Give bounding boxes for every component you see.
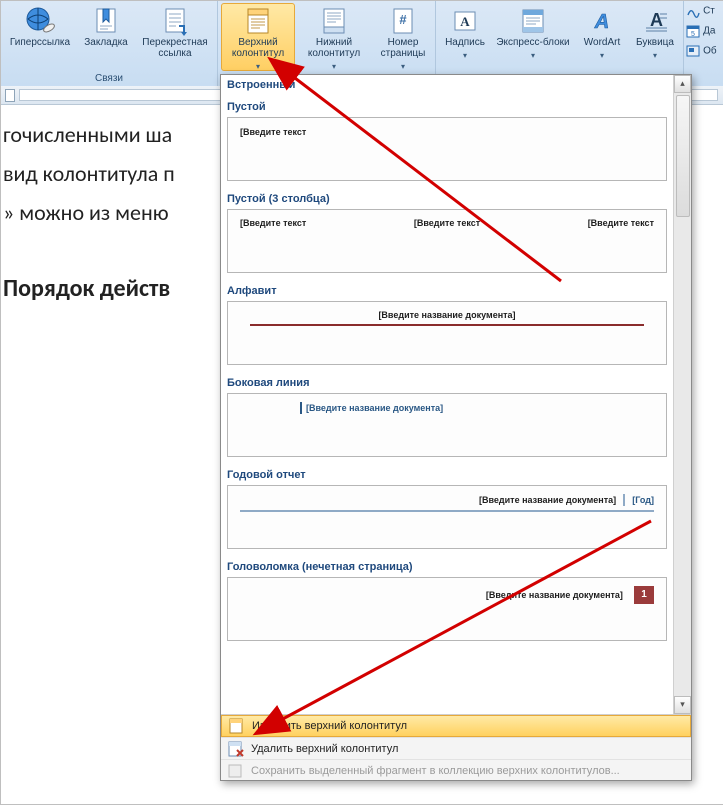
placeholder-text: [Введите текст [588, 218, 654, 228]
gallery-item-title: Пустой (3 столбца) [221, 185, 673, 207]
page-number-icon: # [390, 6, 416, 36]
quickparts-button[interactable]: Экспресс-блоки ▾ [491, 3, 575, 71]
gallery-item-puzzle[interactable]: [Введите название документа] 1 [227, 577, 667, 641]
scroll-down-button[interactable]: ▾ [674, 696, 691, 714]
wordart-label: WordArt [576, 36, 628, 49]
chevron-down-icon: ▾ [531, 51, 535, 60]
gallery-item-blank[interactable]: [Введите текст [227, 117, 667, 181]
placeholder-doc-title: [Введите название документа] [240, 310, 654, 320]
placeholder-doc-title: [Введите название документа] [479, 495, 616, 505]
object-icon [686, 44, 700, 58]
textbox-button[interactable]: A Надпись ▾ [439, 3, 491, 71]
footer-icon [321, 6, 347, 36]
alphabet-rule [250, 324, 644, 326]
gallery-item-blank3[interactable]: [Введите текст [Введите текст [Введите т… [227, 209, 667, 273]
gallery-section-builtin: Встроенный [221, 75, 673, 93]
quickparts-icon [520, 6, 546, 36]
quickparts-label: Экспресс-блоки [492, 36, 574, 49]
wordart-button[interactable]: A WordArt ▾ [575, 3, 629, 71]
crossref-icon [162, 6, 188, 36]
dropcap-button[interactable]: A Буквица ▾ [629, 3, 681, 71]
signature-label: Ст [703, 6, 715, 17]
gallery-item-title: Боковая линия [221, 369, 673, 391]
bookmark-button[interactable]: Закладка [77, 3, 135, 71]
pagenumber-label: Номер страницы [374, 36, 432, 60]
hyperlink-label: Гиперссылка [4, 36, 76, 49]
ribbon-group-links-label: Связи [1, 73, 217, 84]
hyperlink-button[interactable]: Гиперссылка [3, 3, 77, 71]
svg-text:A: A [460, 14, 470, 29]
chevron-down-icon: ▾ [463, 51, 467, 60]
placeholder-doc-title: [Введите название документа] [486, 590, 623, 600]
edit-header-item[interactable]: Изменить верхний колонтитул [221, 715, 691, 737]
header-gallery: Встроенный Пустой [Введите текст Пустой … [220, 74, 692, 781]
chevron-down-icon: ▾ [653, 51, 657, 60]
scroll-up-button[interactable]: ▴ [674, 75, 691, 93]
svg-text:A: A [594, 11, 609, 33]
ribbon-group-links: Гиперссылка Закладка Перекрестная ссылка [1, 1, 218, 86]
placeholder-text: [Введите текст [414, 218, 480, 228]
textbox-label: Надпись [440, 36, 490, 49]
edit-header-icon [228, 718, 246, 734]
datetime-button[interactable]: 5 Да [683, 23, 723, 43]
dropcap-icon: A [642, 6, 668, 36]
placeholder-text: [Введите текст [240, 218, 306, 228]
header-button[interactable]: Верхний колонтитул ▾ [221, 3, 295, 71]
placeholder-doc-title: [Введите название документа] [306, 403, 443, 413]
gallery-item-title: Головоломка (нечетная страница) [221, 553, 673, 575]
chevron-down-icon: ▾ [332, 62, 336, 71]
placeholder-year: [Год] [632, 495, 654, 505]
chevron-down-icon: ▾ [401, 62, 405, 71]
gallery-footer: Изменить верхний колонтитул Удалить верх… [221, 714, 691, 780]
footer-button[interactable]: Нижний колонтитул ▾ [297, 3, 371, 71]
gallery-scrollbar[interactable]: ▴ ▾ [673, 75, 691, 714]
object-button[interactable]: Об [683, 43, 723, 63]
gallery-item-annual[interactable]: [Введите название документа] [Год] [227, 485, 667, 549]
chevron-down-icon: ▾ [600, 51, 604, 60]
bookmark-label: Закладка [78, 36, 134, 49]
placeholder-text: [Введите текст [240, 127, 306, 137]
page-number-badge: 1 [634, 586, 654, 604]
svg-text:5: 5 [691, 31, 695, 38]
signature-icon [686, 4, 700, 18]
crossref-label: Перекрестная ссылка [136, 36, 214, 60]
header-label: Верхний колонтитул [222, 36, 294, 60]
textbox-icon: A [452, 6, 478, 36]
datetime-icon: 5 [686, 24, 700, 38]
save-selection-icon [227, 763, 245, 779]
globe-link-icon [23, 6, 57, 36]
svg-text:#: # [399, 12, 407, 27]
header-icon [245, 6, 271, 36]
pagenumber-button[interactable]: # Номер страницы ▾ [373, 3, 433, 71]
gallery-item-title: Годовой отчет [221, 461, 673, 483]
object-label: Об [703, 46, 717, 57]
crossref-button[interactable]: Перекрестная ссылка [135, 3, 215, 71]
bookmark-icon [93, 6, 119, 36]
gallery-item-sideline[interactable]: [Введите название документа] [227, 393, 667, 457]
svg-text:A: A [650, 10, 663, 30]
edit-header-label: Изменить верхний колонтитул [252, 720, 407, 732]
scroll-thumb[interactable] [676, 95, 690, 217]
chevron-down-icon: ▾ [256, 62, 260, 71]
signature-button[interactable]: Ст [683, 3, 723, 23]
dropcap-label: Буквица [630, 36, 680, 49]
footer-label: Нижний колонтитул [298, 36, 370, 60]
gallery-item-alphabet[interactable]: [Введите название документа] [227, 301, 667, 365]
save-selection-label: Сохранить выделенный фрагмент в коллекци… [251, 765, 620, 777]
wordart-icon: A [587, 6, 617, 36]
remove-header-item[interactable]: Удалить верхний колонтитул [221, 737, 691, 759]
gallery-body: Встроенный Пустой [Введите текст Пустой … [221, 75, 673, 714]
doc-line-1: гочисленными ша [3, 121, 172, 148]
datetime-label: Да [703, 26, 715, 37]
remove-header-label: Удалить верхний колонтитул [251, 743, 398, 755]
save-selection-item: Сохранить выделенный фрагмент в коллекци… [221, 759, 691, 781]
gallery-item-title: Пустой [221, 93, 673, 115]
doc-line-2: вид колонтитула п [3, 160, 175, 187]
remove-header-icon [227, 741, 245, 757]
gallery-item-title: Алфавит [221, 277, 673, 299]
